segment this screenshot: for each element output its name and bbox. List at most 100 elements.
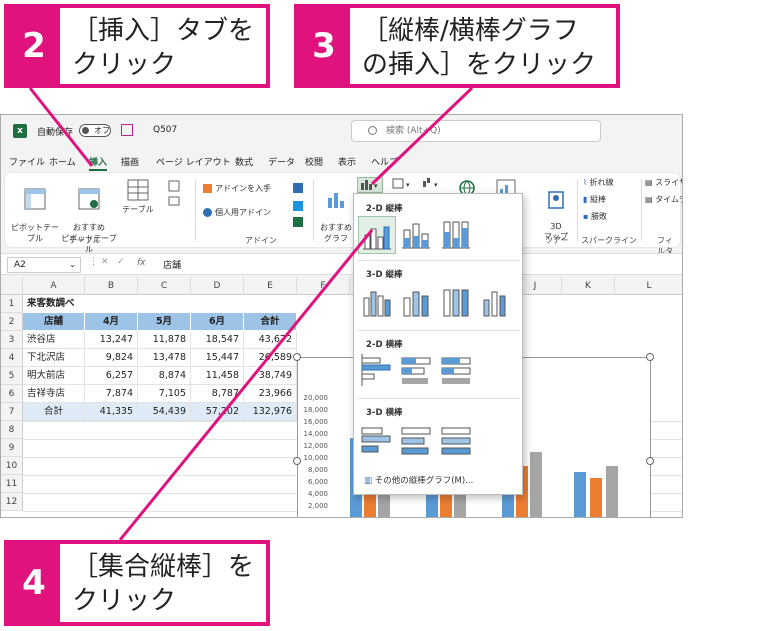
tab-page-layout[interactable]: ページ レイアウト (156, 155, 231, 168)
table-cell[interactable]: 11,458 (191, 367, 244, 385)
hierarchy-chart-button[interactable]: ▾ (389, 177, 415, 191)
select-all-corner[interactable] (1, 277, 23, 295)
waterfall-chart-button[interactable]: ▾ (419, 177, 445, 191)
illustrations-button[interactable] (163, 179, 187, 212)
row-header[interactable]: 9 (1, 439, 23, 457)
row-header[interactable]: 11 (1, 475, 23, 493)
tab-draw[interactable]: 描画 (121, 155, 139, 168)
table-cell[interactable]: 15,447 (191, 349, 244, 367)
table-cell[interactable]: 43,672 (244, 331, 297, 349)
total-cell[interactable]: 57,202 (191, 403, 244, 421)
save-icon[interactable] (121, 124, 133, 136)
cancel-icon[interactable]: ✕ (101, 257, 109, 267)
autosave-toggle[interactable]: オフ (79, 124, 111, 137)
tab-help[interactable]: ヘルプ (371, 155, 398, 168)
header-cell[interactable]: 6月 (191, 313, 244, 331)
table-cell[interactable]: 7,874 (85, 385, 138, 403)
column-header-c[interactable]: C (138, 277, 191, 295)
tab-data[interactable]: データ (268, 155, 295, 168)
header-cell[interactable]: 5月 (138, 313, 191, 331)
table-button[interactable]: テーブル (119, 179, 157, 215)
enter-icon[interactable]: ✓ (117, 257, 125, 267)
tab-home[interactable]: ホーム (49, 155, 76, 168)
table-cell[interactable]: 13,478 (138, 349, 191, 367)
timeline-button[interactable]: ▤ タイムライン (645, 194, 682, 205)
sparkline-line-button[interactable]: ⌇ 折れ線 (583, 177, 613, 188)
row-header[interactable]: 2 (1, 313, 23, 331)
header-cell[interactable]: 店舗 (23, 313, 85, 331)
pivot-table-button[interactable]: ピボットテー ブル (11, 179, 59, 244)
resize-handle[interactable] (293, 457, 301, 465)
column-header-e[interactable]: E (244, 277, 297, 295)
sparkline-winloss-button[interactable]: ▪ 勝敗 (583, 211, 607, 222)
row-header[interactable]: 5 (1, 367, 23, 385)
table-cell[interactable]: 8,787 (191, 385, 244, 403)
function-icon[interactable]: fx (137, 258, 146, 268)
3d-map-button[interactable]: 3D マップ (539, 179, 573, 242)
table-cell[interactable]: 8,874 (138, 367, 191, 385)
tab-file[interactable]: ファイル (9, 155, 45, 168)
column-header-l[interactable]: L (615, 277, 682, 295)
table-cell[interactable]: 38,749 (244, 367, 297, 385)
bing-icon[interactable] (293, 201, 307, 211)
stacked-bar-option[interactable] (398, 352, 436, 390)
table-cell[interactable]: 26,589 (244, 349, 297, 367)
row-header[interactable]: 6 (1, 385, 23, 403)
row-header[interactable]: 3 (1, 331, 23, 349)
table-cell[interactable]: 23,966 (244, 385, 297, 403)
total-cell[interactable]: 132,976 (244, 403, 297, 421)
row-header[interactable]: 10 (1, 457, 23, 475)
slicer-button[interactable]: ▤ スライサー (645, 177, 682, 188)
3d-clustered-bar-option[interactable] (358, 422, 396, 460)
row-header[interactable]: 4 (1, 349, 23, 367)
more-column-charts-option[interactable]: ▥ その他の縦棒グラフ(M)... (364, 474, 473, 486)
row-header[interactable]: 8 (1, 421, 23, 439)
formula-value[interactable]: 店舗 (163, 258, 181, 271)
row-header[interactable]: 7 (1, 403, 23, 421)
tab-insert[interactable]: 挿入 (89, 155, 108, 171)
resize-handle[interactable] (646, 457, 654, 465)
row-header[interactable]: 12 (1, 493, 23, 511)
table-cell[interactable]: 明大前店 (23, 367, 85, 385)
sparkline-column-button[interactable]: ▮ 縦棒 (583, 194, 606, 205)
table-cell[interactable]: 7,105 (138, 385, 191, 403)
tab-view[interactable]: 表示 (338, 155, 356, 168)
total-cell[interactable]: 41,335 (85, 403, 138, 421)
people-graph-icon[interactable] (293, 217, 307, 227)
table-cell[interactable]: 13,247 (85, 331, 138, 349)
table-cell[interactable]: 吉祥寺店 (23, 385, 85, 403)
header-cell[interactable]: 4月 (85, 313, 138, 331)
table-cell[interactable]: 18,547 (191, 331, 244, 349)
name-box[interactable]: A2 ⌄ (7, 257, 81, 273)
resize-handle[interactable] (293, 353, 301, 361)
header-cell[interactable]: 合計 (244, 313, 297, 331)
3d-clustered-column-option[interactable] (358, 284, 396, 322)
column-header-b[interactable]: B (85, 277, 138, 295)
tab-formulas[interactable]: 数式 (235, 155, 253, 168)
100-stacked-column-option[interactable] (438, 216, 476, 254)
get-addins-button[interactable]: アドインを入手 (203, 183, 271, 194)
3d-stacked-column-option[interactable] (398, 284, 436, 322)
resize-handle[interactable] (646, 353, 654, 361)
stacked-column-option[interactable] (398, 216, 436, 254)
search-box[interactable]: 検索 (Alt+Q) (351, 120, 601, 142)
tab-review[interactable]: 校閲 (305, 155, 323, 168)
sheet-title-cell[interactable]: 来客数調べ (23, 295, 123, 313)
column-header-a[interactable]: A (23, 277, 85, 295)
clustered-bar-option[interactable] (358, 352, 396, 390)
row-header[interactable]: 1 (1, 295, 23, 313)
table-cell[interactable]: 6,257 (85, 367, 138, 385)
100-stacked-bar-option[interactable] (438, 352, 476, 390)
column-bar-chart-button[interactable]: ▾ (357, 177, 383, 193)
3d-100-stacked-bar-option[interactable] (438, 422, 476, 460)
total-cell[interactable]: 合計 (23, 403, 85, 421)
table-cell[interactable]: 渋谷店 (23, 331, 85, 349)
column-header-f[interactable]: F (297, 277, 350, 295)
visio-icon[interactable] (293, 183, 307, 193)
table-cell[interactable]: 11,878 (138, 331, 191, 349)
table-cell[interactable]: 9,824 (85, 349, 138, 367)
column-header-k[interactable]: K (562, 277, 615, 295)
3d-stacked-bar-option[interactable] (398, 422, 436, 460)
table-cell[interactable]: 下北沢店 (23, 349, 85, 367)
total-cell[interactable]: 54,439 (138, 403, 191, 421)
